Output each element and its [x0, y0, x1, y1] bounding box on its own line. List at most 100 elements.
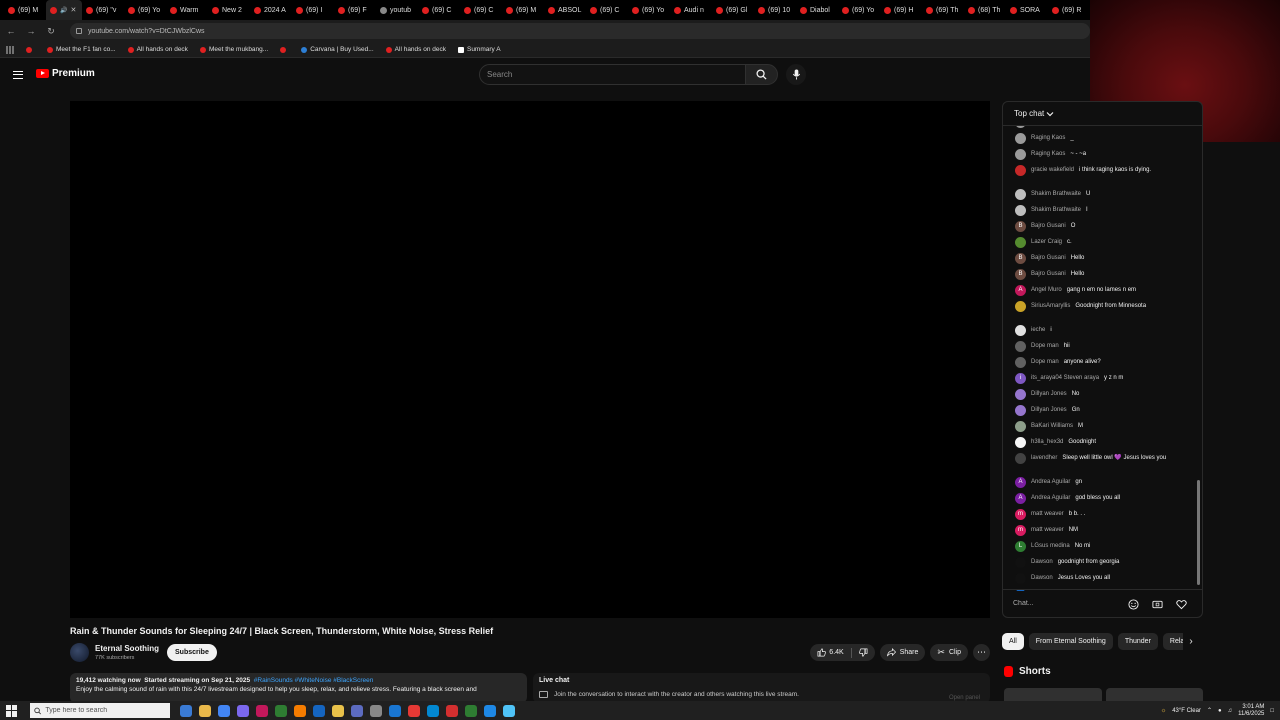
chat-author-avatar[interactable]	[1015, 132, 1026, 144]
taskbar-app-icon[interactable]	[484, 704, 496, 717]
chat-message[interactable]: Shakim Brathwaite I	[1015, 204, 1190, 216]
system-clock[interactable]: 3:01 AM 11/6/2025	[1238, 704, 1264, 718]
chat-author-name[interactable]: Dawson	[1031, 575, 1053, 581]
chat-scrollbar[interactable]	[1197, 480, 1200, 585]
taskbar-app-icon[interactable]	[237, 704, 249, 717]
chat-message[interactable]: L LGsus medina No mi	[1015, 540, 1190, 552]
chat-message[interactable]: gracie wakefield i think raging kaos is d…	[1015, 164, 1190, 176]
apps-grid-icon[interactable]	[6, 45, 14, 54]
clip-button[interactable]: ✂ Clip	[930, 644, 968, 661]
chat-message[interactable]: Dillyan Jones No	[1015, 388, 1190, 400]
chat-author-name[interactable]: Andrea Aguilar	[1031, 479, 1070, 485]
chat-author-name[interactable]: Bajro Gusani	[1031, 271, 1066, 277]
chat-author-avatar[interactable]	[1015, 436, 1026, 448]
chat-author-avatar[interactable]	[1015, 148, 1026, 160]
filter-chip[interactable]: From Eternal Soothing	[1028, 632, 1113, 650]
browser-tab[interactable]: (69) R	[1048, 0, 1090, 20]
chat-author-avatar[interactable]	[1015, 300, 1026, 312]
browser-tab[interactable]: (68) Th	[964, 0, 1006, 20]
chat-author-avatar[interactable]	[1015, 572, 1026, 584]
taskbar-app-icon[interactable]	[408, 704, 420, 717]
chat-author-name[interactable]: gracie wakefield	[1031, 167, 1074, 173]
chat-author-avatar[interactable]	[1015, 340, 1026, 352]
voice-search-button[interactable]	[786, 64, 806, 85]
notification-icon[interactable]: □	[1270, 708, 1274, 714]
chat-message[interactable]: Shakim Brathwaite U	[1015, 188, 1190, 200]
chat-message[interactable]: h3lla_hex3d Goodnight	[1015, 436, 1190, 448]
taskbar-app-icon[interactable]	[503, 704, 515, 717]
browser-tab[interactable]: Diabol	[796, 0, 838, 20]
chat-input[interactable]	[1013, 595, 1121, 612]
bookmark-item[interactable]: All hands on deck	[385, 46, 446, 53]
shorts-thumbnail[interactable]	[1004, 688, 1102, 702]
chat-author-name[interactable]: LGsus medina	[1031, 543, 1070, 549]
chat-author-name[interactable]: Angel Muro	[1031, 287, 1062, 293]
chat-author-avatar[interactable]: m	[1015, 524, 1026, 536]
browser-tab[interactable]: (69) Yo	[838, 0, 880, 20]
taskbar-app-icon[interactable]	[446, 704, 458, 717]
taskbar-app-icon[interactable]	[313, 704, 325, 717]
browser-tab[interactable]: SORA	[1006, 0, 1048, 20]
chat-author-avatar[interactable]: B	[1015, 220, 1026, 232]
channel-name[interactable]: Eternal Soothing	[95, 644, 159, 653]
browser-tab[interactable]: (69) C	[460, 0, 502, 20]
super-chat-icon[interactable]	[1151, 598, 1163, 610]
subscribe-button[interactable]: Subscribe	[167, 644, 217, 661]
chat-author-name[interactable]: Shakim Brathwaite	[1031, 207, 1081, 213]
chat-author-avatar[interactable]: A	[1015, 476, 1026, 488]
chat-author-avatar[interactable]: m	[1015, 508, 1026, 520]
browser-tab[interactable]: Warm	[166, 0, 208, 20]
video-player[interactable]	[70, 101, 990, 618]
chat-author-name[interactable]: Shakim Brathwaite	[1031, 191, 1081, 197]
chat-mode-selector[interactable]: Top chat	[1003, 102, 1202, 126]
chat-message[interactable]: A Andrea Aguilar gn	[1015, 476, 1190, 488]
taskbar-app-icon[interactable]	[370, 704, 382, 717]
chat-author-name[interactable]: BaKari Williams	[1031, 423, 1073, 429]
emoji-icon[interactable]	[1127, 598, 1139, 610]
channel-avatar[interactable]	[70, 643, 89, 662]
bookmark-item[interactable]: Summary A	[457, 46, 501, 53]
browser-tab[interactable]: ABSOL	[544, 0, 586, 20]
chat-message[interactable]: m matt weaver NM	[1015, 524, 1190, 536]
menu-icon[interactable]	[13, 71, 23, 79]
chat-author-avatar[interactable]	[1015, 452, 1026, 464]
bookmark-item[interactable]: All hands on deck	[127, 46, 188, 53]
browser-tab[interactable]: (69) H	[880, 0, 922, 20]
chat-message[interactable]: m matt weaver b b. . .	[1015, 508, 1190, 520]
browser-tab[interactable]: youtub	[376, 0, 418, 20]
weather-text[interactable]: 43°F Clear	[1172, 708, 1201, 714]
chat-message[interactable]: Dillyan Jones Gn	[1015, 404, 1190, 416]
like-button[interactable]: 6.4K	[817, 648, 844, 657]
chat-message[interactable]: Lazer Craig c.	[1015, 236, 1190, 248]
chat-message[interactable]: A Angel Muro gang n em no lames n em	[1015, 284, 1190, 296]
chat-author-avatar[interactable]	[1015, 188, 1026, 200]
bookmark-item[interactable]	[280, 46, 289, 53]
chat-author-name[interactable]: Dope man	[1031, 359, 1059, 365]
taskbar-app-icon[interactable]	[275, 704, 287, 717]
chat-message[interactable]: Dope man hii	[1015, 340, 1190, 352]
search-input[interactable]	[487, 70, 745, 79]
chat-author-name[interactable]: lavendher	[1031, 455, 1057, 461]
chat-message[interactable]: ieche i	[1015, 324, 1190, 336]
browser-tab[interactable]: (69) C	[586, 0, 628, 20]
more-actions-button[interactable]: ⋯	[973, 644, 990, 661]
chat-message[interactable]: Dope man anyone alive?	[1015, 356, 1190, 368]
chat-author-avatar[interactable]	[1015, 164, 1026, 176]
chat-author-avatar[interactable]	[1015, 556, 1026, 568]
chat-author-name[interactable]: Raging Kaos	[1031, 135, 1065, 141]
close-tab-icon[interactable]: ✕	[70, 6, 76, 14]
chat-message[interactable]: A Andrea Aguilar god bless you all	[1015, 492, 1190, 504]
chat-author-avatar[interactable]: A	[1015, 492, 1026, 504]
browser-tab[interactable]: (69) 10	[754, 0, 796, 20]
chat-author-name[interactable]: Bajro Gusani	[1031, 255, 1066, 261]
chat-author-avatar[interactable]	[1015, 356, 1026, 368]
chat-author-name[interactable]: Dawson	[1031, 559, 1053, 565]
chat-message[interactable]	[1015, 126, 1190, 128]
chat-author-avatar[interactable]: L	[1015, 540, 1026, 552]
tray-chevron-icon[interactable]: ⌃	[1207, 707, 1212, 714]
taskbar-search-input[interactable]	[45, 707, 170, 714]
chat-author-avatar[interactable]	[1015, 236, 1026, 248]
reload-icon[interactable]: ↻	[46, 26, 56, 37]
chat-message[interactable]: BaKari Williams M	[1015, 420, 1190, 432]
chat-author-name[interactable]: Lazer Craig	[1031, 239, 1062, 245]
